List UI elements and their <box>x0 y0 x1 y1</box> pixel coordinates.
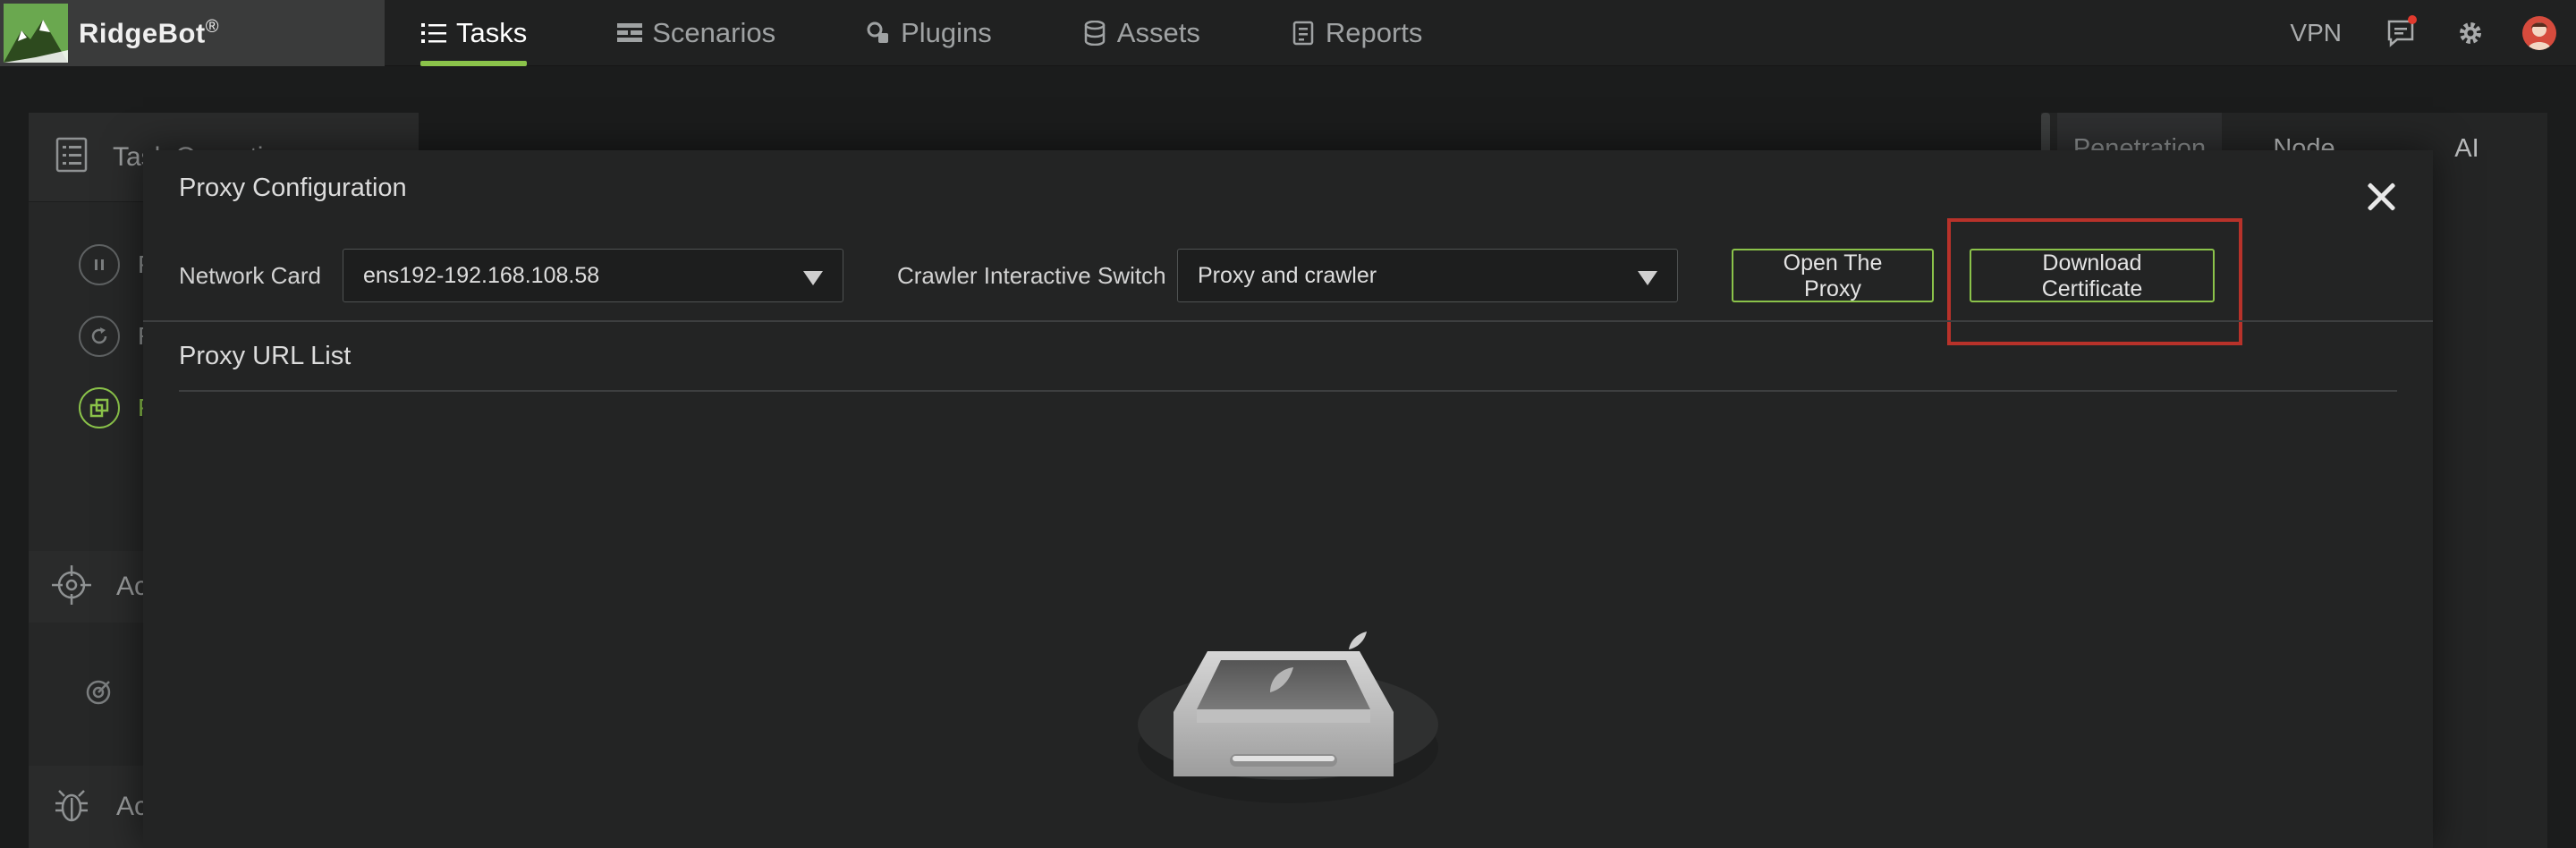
plugin-icon <box>865 20 892 47</box>
nav-scenarios-label: Scenarios <box>652 17 776 48</box>
divider <box>179 390 2397 392</box>
message-icon[interactable] <box>2383 15 2419 51</box>
database-icon <box>1081 20 1108 47</box>
nav-tasks[interactable]: Tasks <box>420 0 528 66</box>
download-certificate-button[interactable]: Download Certificate <box>1970 249 2215 302</box>
close-icon[interactable] <box>2365 181 2397 213</box>
scenarios-icon <box>616 20 643 47</box>
pause-icon <box>79 244 120 285</box>
crawler-switch-value: Proxy and crawler <box>1198 263 1377 288</box>
notification-dot <box>2408 15 2417 24</box>
refresh-icon <box>79 316 120 357</box>
crawler-switch-select[interactable]: Proxy and crawler <box>1177 249 1678 302</box>
proxy-configuration-dialog: Proxy Configuration Network Card ens192-… <box>143 150 2433 848</box>
brand-logo[interactable]: RidgeBot® <box>0 0 385 66</box>
crosshair-icon <box>52 564 91 609</box>
open-proxy-button[interactable]: Open The Proxy <box>1732 249 1934 302</box>
top-navigation-bar: RidgeBot® Tasks Scenarios Plugins Assets <box>0 0 2576 66</box>
proxy-url-list-title: Proxy URL List <box>179 342 352 370</box>
network-card-value: ens192-192.168.108.58 <box>363 263 600 288</box>
nav-reports[interactable]: Reports <box>1290 0 1423 66</box>
nav-assets[interactable]: Assets <box>1081 0 1200 66</box>
proxy-form-row: Network Card ens192-192.168.108.58 Crawl… <box>179 249 2397 302</box>
bug-icon <box>52 785 91 829</box>
nav-scenarios[interactable]: Scenarios <box>616 0 775 66</box>
list-icon <box>420 20 447 47</box>
divider <box>143 320 2433 322</box>
empty-inbox-icon <box>1136 598 1440 803</box>
gear-icon[interactable] <box>2453 15 2488 51</box>
report-icon <box>1290 20 1317 47</box>
nav-reports-label: Reports <box>1325 17 1423 48</box>
network-card-select[interactable]: ens192-192.168.108.58 <box>343 249 843 302</box>
list-icon <box>55 137 88 177</box>
main-nav: Tasks Scenarios Plugins Assets Reports <box>420 0 1512 66</box>
top-right-controls: VPN <box>2290 0 2576 66</box>
nav-tasks-label: Tasks <box>456 17 528 48</box>
vpn-link[interactable]: VPN <box>2290 19 2342 47</box>
proxy-icon <box>79 387 120 428</box>
nav-assets-label: Assets <box>1116 17 1200 48</box>
dialog-title: Proxy Configuration <box>179 174 407 202</box>
target-icon <box>84 678 113 711</box>
mountain-logo-icon <box>4 4 68 63</box>
nav-plugins-label: Plugins <box>901 17 992 48</box>
network-card-label: Network Card <box>179 262 321 289</box>
nav-plugins[interactable]: Plugins <box>865 0 992 66</box>
avatar[interactable] <box>2522 16 2556 50</box>
chevron-down-icon <box>803 271 823 285</box>
brand-name: RidgeBot® <box>79 16 220 49</box>
chevron-down-icon <box>1638 271 1657 285</box>
crawler-switch-label: Crawler Interactive Switch <box>897 262 1166 289</box>
